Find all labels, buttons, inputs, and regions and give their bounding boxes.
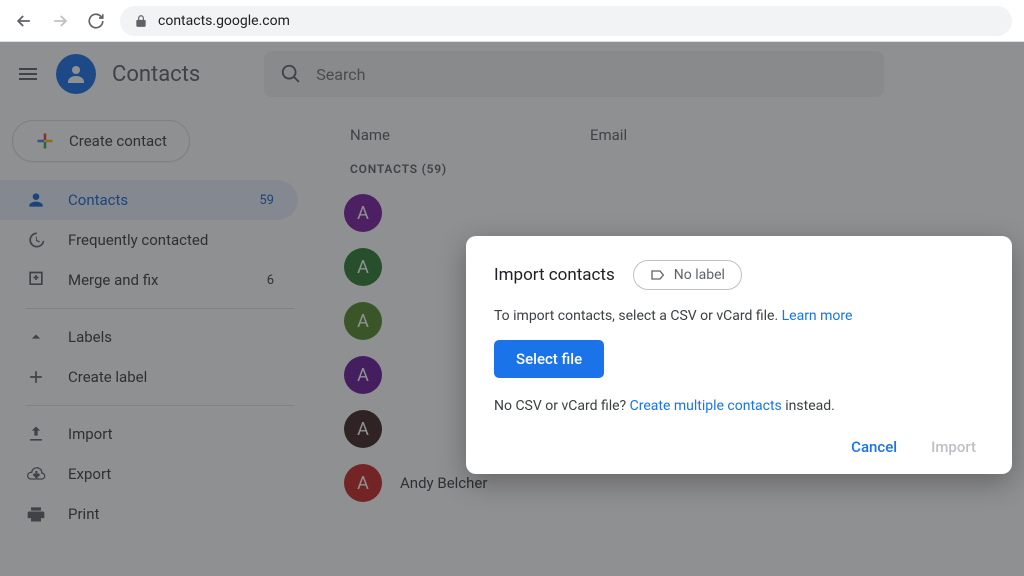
arrow-right-icon [50,11,70,31]
dialog-body: To import contacts, select a CSV or vCar… [494,308,984,324]
import-dialog: Import contacts No label To import conta… [466,236,1012,474]
reload-icon [87,12,105,30]
address-bar[interactable]: contacts.google.com [120,6,1012,36]
label-chip-text: No label [674,267,725,283]
sub-suffix: instead. [782,398,835,414]
lock-icon [134,14,148,28]
dialog-actions: Cancel Import [494,438,984,456]
forward-button[interactable] [48,9,72,33]
arrow-left-icon [14,11,34,31]
reload-button[interactable] [84,9,108,33]
label-chip[interactable]: No label [633,260,742,290]
dialog-title: Import contacts [494,265,615,285]
dialog-header: Import contacts No label [494,260,984,290]
body-text: To import contacts, select a CSV or vCar… [494,308,782,324]
dialog-subtext: No CSV or vCard file? Create multiple co… [494,398,984,414]
back-button[interactable] [12,9,36,33]
import-button: Import [931,438,976,456]
browser-chrome: contacts.google.com [0,0,1024,42]
select-file-button[interactable]: Select file [494,340,604,378]
learn-more-link[interactable]: Learn more [782,308,853,324]
label-icon [650,267,666,283]
create-multiple-link[interactable]: Create multiple contacts [630,398,782,414]
cancel-button[interactable]: Cancel [851,438,897,456]
sub-prefix: No CSV or vCard file? [494,398,630,414]
url-text: contacts.google.com [158,13,290,29]
app-container: Contacts Create contact Contacts 59 Freq… [0,42,1024,576]
